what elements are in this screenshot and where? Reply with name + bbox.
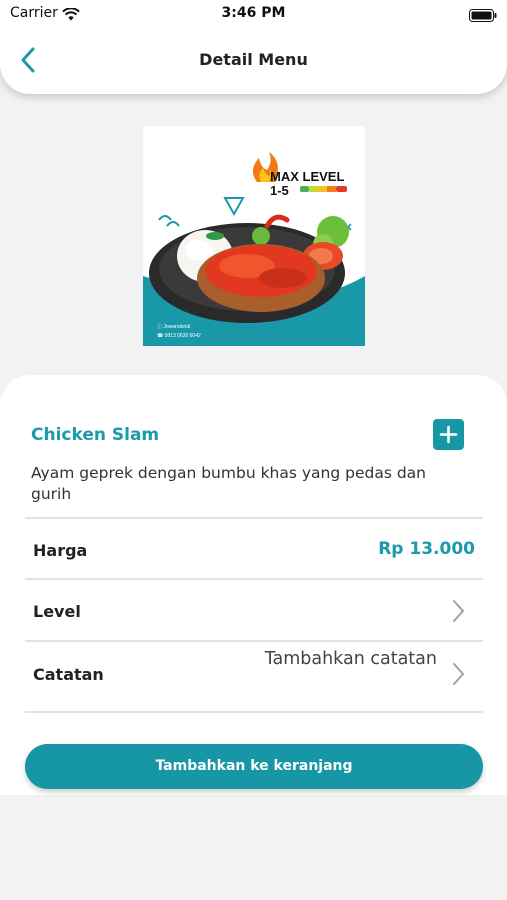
divider	[25, 517, 483, 519]
menu-image: MAX LEVEL 1-5 ⓘ Jowarodebil ☎ 0813 0630 …	[143, 126, 365, 346]
divider	[25, 711, 483, 713]
chevron-right-icon	[453, 663, 464, 685]
battery-icon	[469, 7, 497, 26]
price-label: Harga	[33, 541, 88, 560]
add-to-cart-button[interactable]: Tambahkan ke keranjang	[25, 744, 483, 789]
add-button[interactable]	[433, 419, 464, 450]
item-name: Chicken Slam	[31, 425, 160, 445]
status-bar: Carrier 3:46 PM	[0, 0, 507, 28]
menu-detail-card: Chicken Slam Ayam geprek dengan bumbu kh…	[0, 375, 507, 795]
chevron-right-icon	[453, 600, 464, 622]
image-footer-line2: ☎ 0813 0630 6042	[157, 333, 201, 339]
badge-range: 1-5	[270, 183, 289, 198]
page-title: Detail Menu	[199, 50, 308, 69]
badge-title: MAX LEVEL	[270, 169, 344, 184]
clock: 3:46 PM	[221, 5, 286, 21]
plus-icon	[439, 425, 458, 444]
add-to-cart-label: Tambahkan ke keranjang	[155, 758, 353, 774]
item-description: Ayam geprek dengan bumbu khas yang pedas…	[31, 464, 427, 503]
image-footer-line1: ⓘ Jowarodebil	[157, 323, 190, 330]
note-value: Tambahkan catatan	[264, 649, 437, 669]
level-label: Level	[33, 602, 81, 621]
note-label: Catatan	[33, 665, 104, 684]
level-row[interactable]: Level	[25, 580, 483, 640]
price-value: Rp 13.000	[378, 539, 475, 559]
